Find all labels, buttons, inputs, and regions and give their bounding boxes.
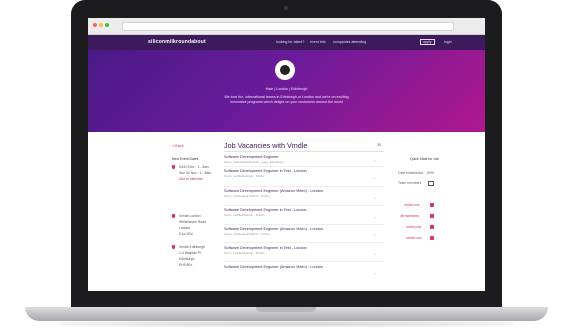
office-line: Whitehaven Road xyxy=(179,220,206,224)
job-team: Team: mobile/desktop - Dublin xyxy=(224,213,265,217)
event-date: 04/10 Nov - 1 - 5am xyxy=(179,165,209,169)
divider xyxy=(224,242,384,243)
job-team: Team: mobile/desktop - Dublin xyxy=(224,174,265,178)
email-link[interactable]: vmdle.com xyxy=(406,236,421,240)
map-pin-icon xyxy=(172,214,175,218)
page-title: Job Vacancies with Vmdle xyxy=(224,141,308,150)
job-listing[interactable]: Software Development Engineer Team: Andr… xyxy=(224,155,384,164)
site-navbar: siliconmilkroundabout looking for talent… xyxy=(88,35,485,50)
laptop-base xyxy=(25,307,548,321)
arrow-right-icon[interactable]: → xyxy=(372,270,376,275)
divider xyxy=(224,151,384,152)
address-bar[interactable] xyxy=(122,22,454,31)
job-listing[interactable]: Software Development Engineer (Amazon Vi… xyxy=(224,227,384,236)
job-title[interactable]: Software Development Engineer in Test - … xyxy=(224,169,384,173)
job-listing[interactable]: Software Development Engineer in Test - … xyxy=(224,208,384,217)
map-pin-icon xyxy=(172,245,175,249)
nav-companies-attending[interactable]: companies attending xyxy=(333,40,366,44)
job-title[interactable]: Software Development Engineer (Amazon Vi… xyxy=(224,189,384,193)
twitter-link[interactable]: @vmdlenews xyxy=(400,214,419,218)
add-to-calendar-link[interactable]: Add to calendar xyxy=(179,177,203,181)
laptop-shadow xyxy=(60,321,513,327)
job-listing[interactable]: Software Development Engineer in Test - … xyxy=(224,246,384,255)
camera xyxy=(284,6,288,10)
office-line: EH9 8Ex xyxy=(179,263,193,267)
divider xyxy=(224,166,384,167)
nav-login[interactable]: login xyxy=(444,40,452,44)
arrow-right-icon[interactable]: → xyxy=(372,251,376,256)
company-locations: Hate | London | Edinburgh xyxy=(265,87,308,91)
job-count: 35 xyxy=(377,143,381,147)
arrow-right-icon[interactable]: → xyxy=(372,175,376,180)
job-listing[interactable]: Software Development Engineer (Amazon Vi… xyxy=(224,189,384,198)
screen: siliconmilkroundabout looking for talent… xyxy=(88,18,485,291)
stat-team: Team members xyxy=(398,181,422,185)
job-team: Team: Android/Mobile/iOS - gogo, Edinbur… xyxy=(224,160,284,164)
quick-stats-heading: Quick Stats for Job xyxy=(410,157,439,161)
company-logo-icon xyxy=(275,60,295,80)
twitter-icon xyxy=(430,214,434,218)
office-line: Edinburgh xyxy=(179,257,195,261)
office-line: London xyxy=(179,226,191,230)
event-date: Sun 30 Nov - 1 - 5am xyxy=(179,171,212,175)
office-line: E1w 2Ed xyxy=(179,232,193,236)
site-logo[interactable]: siliconmilkroundabout xyxy=(148,39,206,45)
close-window-icon[interactable] xyxy=(93,23,97,27)
company-description-line: innovative programs which delight on you… xyxy=(230,100,343,104)
event-dates-heading: Next Event Dates xyxy=(172,157,199,161)
office-line: Vmdle London xyxy=(179,214,201,218)
job-title[interactable]: Software Development Engineer (Amazon Vi… xyxy=(224,265,384,269)
job-title[interactable]: Software Development Engineer (Amazon Vi… xyxy=(224,227,384,231)
minimize-window-icon[interactable] xyxy=(99,23,103,27)
job-team: Team: mobile/android/iOS - Dublin xyxy=(224,194,270,198)
company-logo-mark xyxy=(280,65,290,75)
arrow-right-icon[interactable]: → xyxy=(372,232,376,237)
job-listing[interactable]: Software Development Engineer in Test - … xyxy=(224,169,384,178)
nav-apply[interactable]: apply xyxy=(420,39,435,45)
arrow-right-icon[interactable]: → xyxy=(372,157,376,162)
office-line: 1-4 Walpole Pl xyxy=(179,251,201,255)
divider xyxy=(224,224,384,225)
job-team: Team: mobile/android/iOS - Dublin xyxy=(224,232,270,236)
laptop-notch xyxy=(256,307,316,312)
back-link[interactable]: « Back xyxy=(172,144,184,148)
company-hero: Hate | London | Edinburgh We love fun, i… xyxy=(88,50,485,132)
divider xyxy=(224,186,384,187)
laptop-frame: siliconmilkroundabout looking for talent… xyxy=(71,0,502,307)
link-icon xyxy=(430,203,434,207)
job-listing[interactable]: Software Development Engineer (Amazon Vi… xyxy=(224,265,384,270)
browser-chrome xyxy=(88,18,485,35)
arrow-right-icon[interactable]: → xyxy=(372,214,376,219)
facebook-icon xyxy=(430,225,434,229)
jobs-link[interactable]: vmdle.jobs xyxy=(406,225,421,229)
people-icon xyxy=(428,181,434,186)
job-title[interactable]: Software Development Engineer in Test - … xyxy=(224,208,384,212)
job-title[interactable]: Software Development Engineer in Test - … xyxy=(224,246,384,250)
arrow-right-icon[interactable]: → xyxy=(372,195,376,200)
job-team: Team: mobile/desktop - Dublin xyxy=(224,251,265,255)
job-title[interactable]: Software Development Engineer xyxy=(224,155,384,159)
maximize-window-icon[interactable] xyxy=(105,23,109,27)
company-description: We love fun, international teams in Edin… xyxy=(200,95,373,105)
stat-established: Date established · 1995 xyxy=(398,171,434,175)
calendar-icon xyxy=(172,165,175,169)
divider xyxy=(224,261,384,262)
website-link[interactable]: vmdle.com xyxy=(404,203,419,207)
office-line: Vmdle Edinburgh xyxy=(179,245,206,249)
nav-event-info[interactable]: event info xyxy=(310,40,326,44)
email-icon xyxy=(430,236,434,240)
divider xyxy=(224,205,384,206)
nav-looking-for-talent[interactable]: looking for talent? xyxy=(276,40,304,44)
